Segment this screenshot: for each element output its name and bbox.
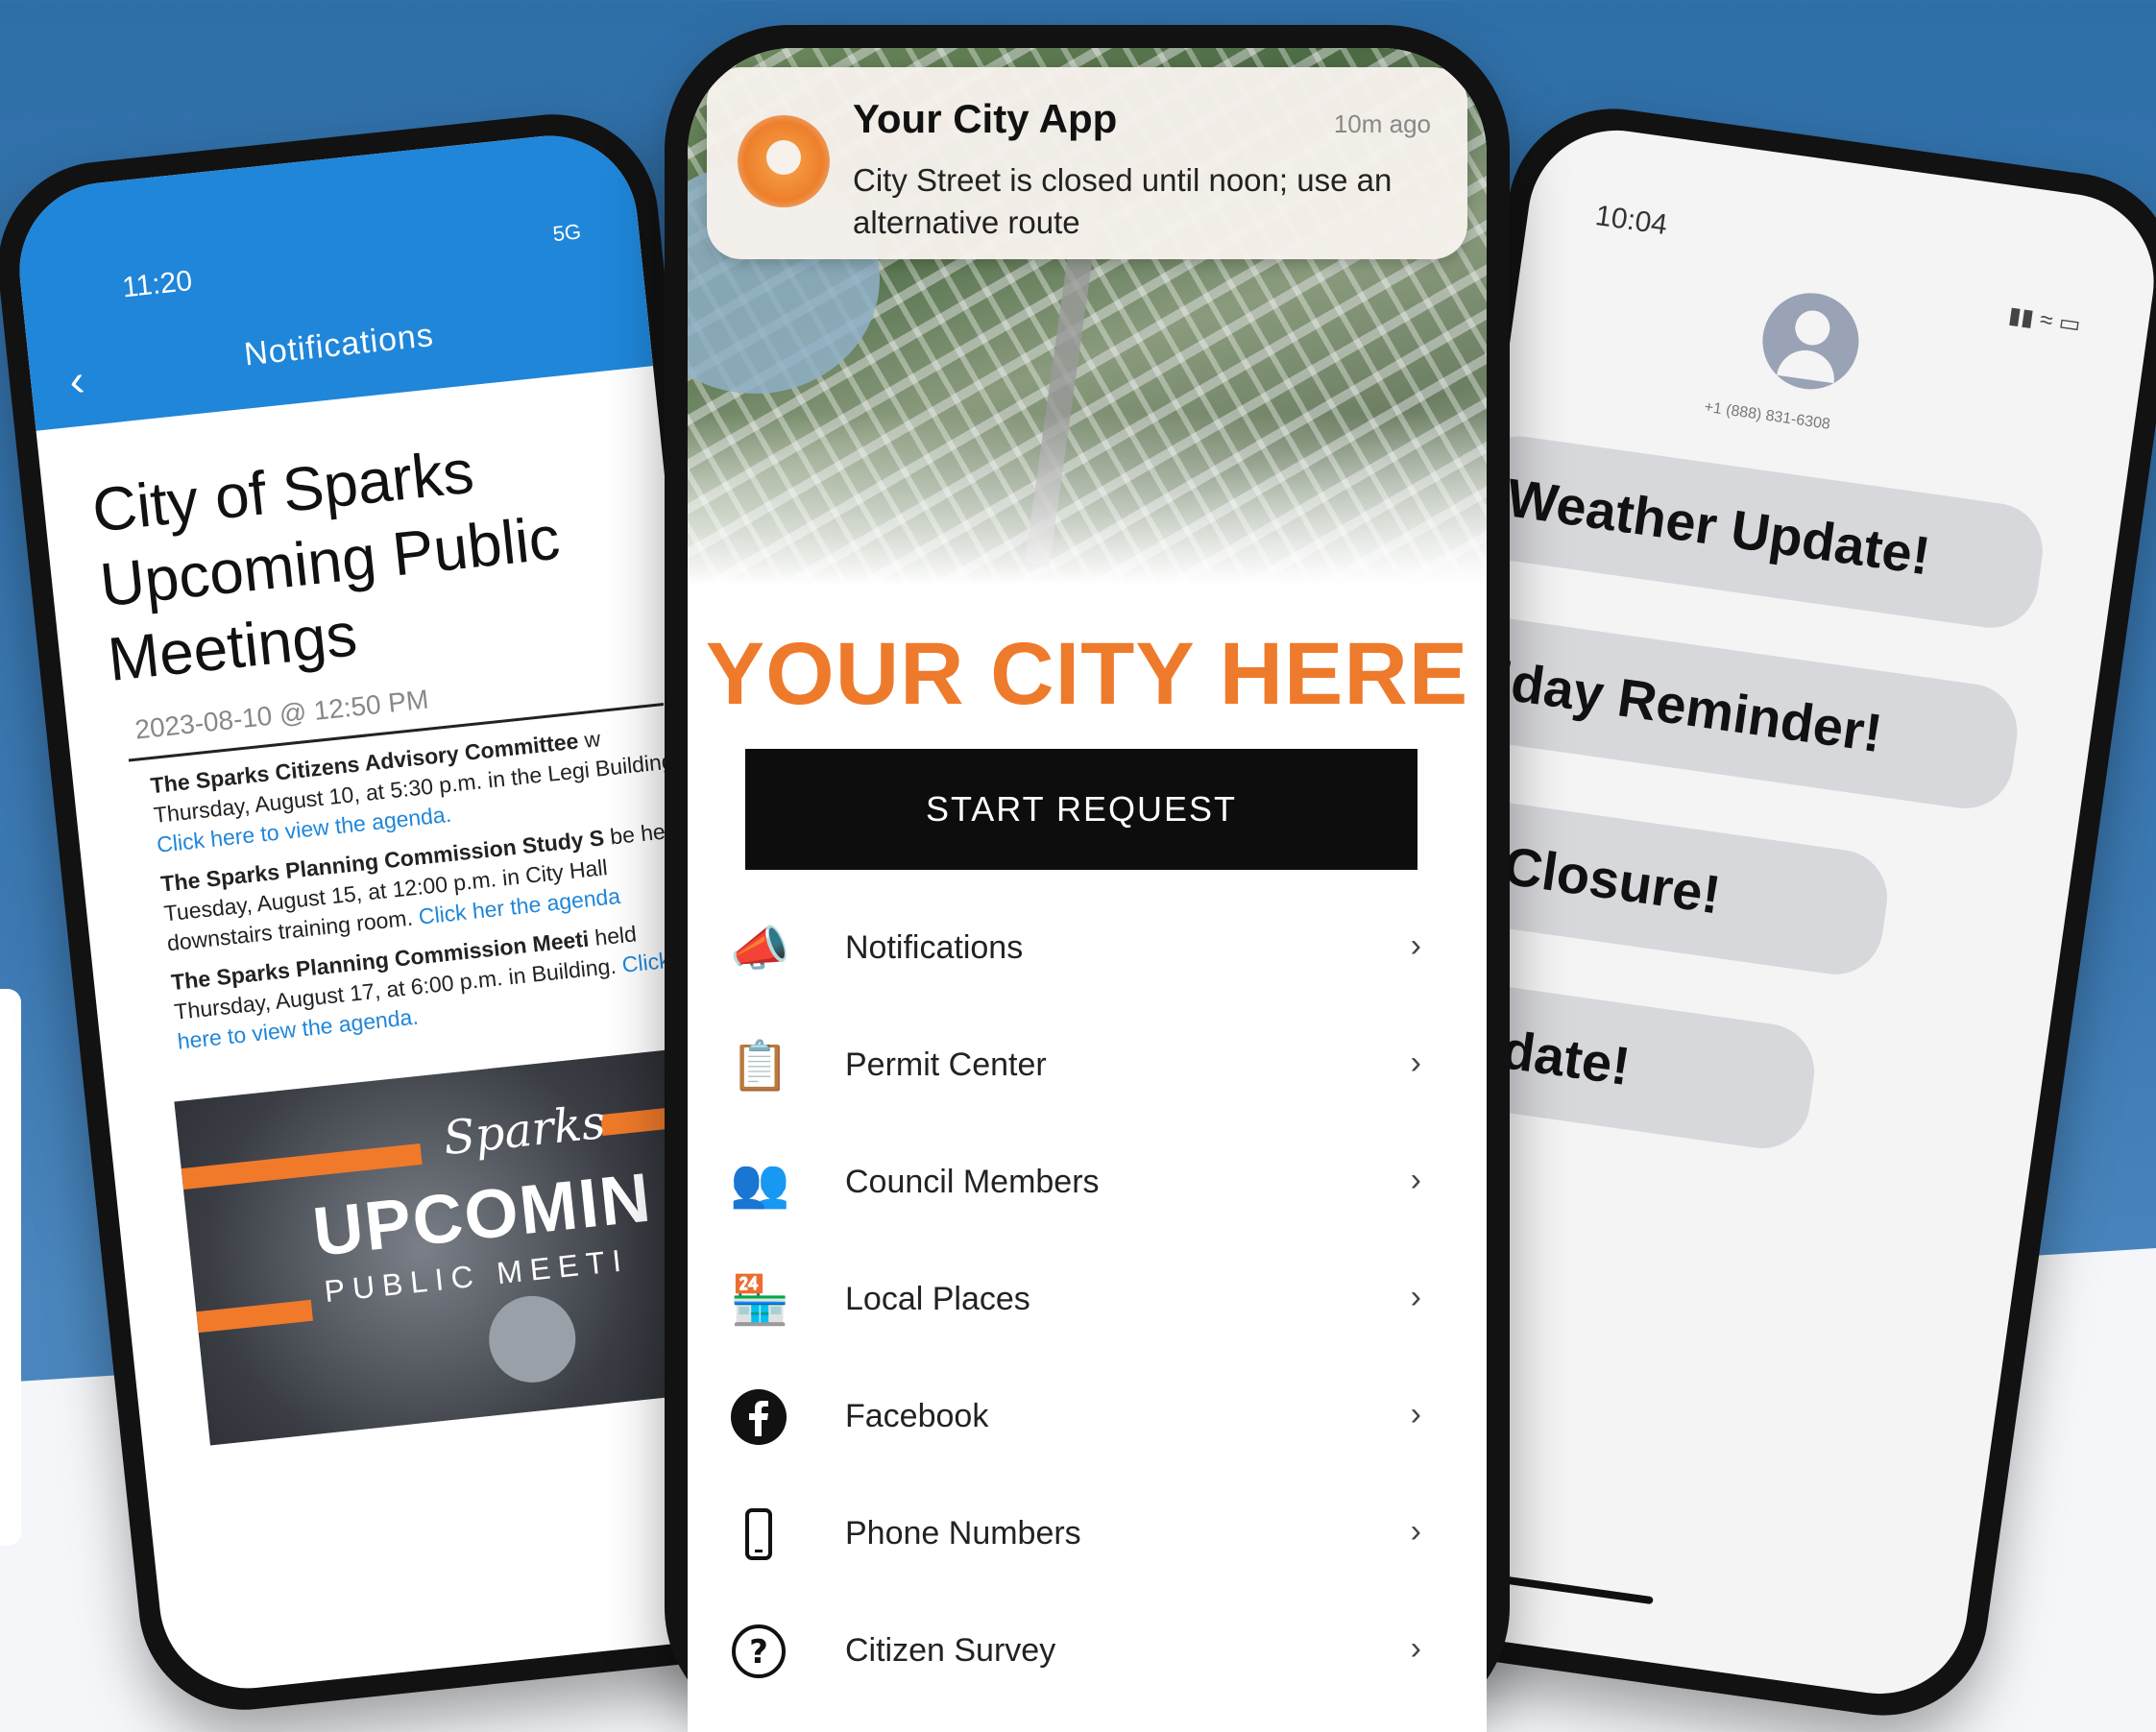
menu-item-label: Local Places: [845, 1281, 1030, 1317]
chevron-right-icon: ›: [1410, 927, 1421, 964]
notification-timestamp: 2023-08-10 @ 12:50 PM: [133, 684, 430, 745]
phone-icon: [730, 1505, 787, 1563]
banner-stripe: [181, 1143, 423, 1190]
center-phone-screen: Your City App 10m ago City Street is clo…: [688, 48, 1487, 1732]
banner-sparks-logo: Sparks: [441, 1095, 608, 1167]
menu-item-council-members[interactable]: 👥 Council Members ›: [711, 1127, 1469, 1244]
main-menu: 📣 Notifications › 📋 Permit Center › 👥 Co…: [711, 893, 1469, 1713]
chevron-right-icon: ›: [1410, 1396, 1421, 1432]
megaphone-icon: 📣: [730, 922, 790, 975]
menu-item-label: Facebook: [845, 1398, 989, 1434]
menu-item-label: Council Members: [845, 1164, 1100, 1200]
status-time: 10:04: [1593, 200, 1670, 242]
banner-stripe: [196, 1299, 314, 1334]
push-notification[interactable]: Your City App 10m ago City Street is clo…: [707, 67, 1467, 259]
menu-item-permit-center[interactable]: 📋 Permit Center ›: [711, 1010, 1469, 1127]
chevron-right-icon: ›: [1410, 1630, 1421, 1667]
notification-message: City Street is closed until noon; use an…: [853, 162, 1393, 240]
menu-item-label: Notifications: [845, 929, 1024, 966]
menu-item-facebook[interactable]: Facebook ›: [711, 1361, 1469, 1479]
menu-item-notifications[interactable]: 📣 Notifications ›: [711, 893, 1469, 1010]
city-title: YOUR CITY HERE: [705, 625, 1469, 723]
people-icon: 👥: [730, 1156, 790, 1210]
question-circle-icon: ?: [730, 1623, 787, 1680]
menu-item-label: Citizen Survey: [845, 1632, 1056, 1669]
storefront-icon: 🏪: [730, 1273, 790, 1327]
menu-item-phone-numbers[interactable]: Phone Numbers ›: [711, 1479, 1469, 1596]
message-bubble[interactable]: Weather Update!: [1461, 430, 2049, 635]
status-time: 11:20: [120, 264, 194, 304]
clipboard-check-icon: 📋: [730, 1039, 790, 1093]
notification-time: 10m ago: [1333, 109, 1431, 138]
chevron-right-icon: ›: [1410, 1279, 1421, 1315]
microphone-icon: [484, 1291, 580, 1387]
facebook-icon: [730, 1388, 787, 1446]
chevron-right-icon: ›: [1410, 1513, 1421, 1550]
contact-avatar-icon[interactable]: [1756, 286, 1865, 396]
header-title: Notifications: [242, 316, 436, 373]
svg-text:?: ?: [749, 1633, 768, 1672]
center-phone: Your City App 10m ago City Street is clo…: [665, 25, 1510, 1732]
chevron-right-icon: ›: [1410, 1162, 1421, 1198]
notification-app-name: Your City App: [853, 96, 1118, 141]
menu-item-label: Phone Numbers: [845, 1515, 1081, 1552]
sender-number: +1 (888) 831-6308: [1703, 398, 1831, 433]
menu-item-local-places[interactable]: 🏪 Local Places ›: [711, 1244, 1469, 1361]
message-bubble[interactable]: liday Reminder!: [1435, 611, 2023, 815]
menu-item-citizen-survey[interactable]: ? Citizen Survey ›: [711, 1596, 1469, 1713]
status-network: 5G: [551, 219, 583, 247]
notification-body: The Sparks Citizens Advisory Committee w…: [149, 715, 715, 1067]
background-card: [0, 989, 21, 1546]
chevron-right-icon: ›: [1410, 1045, 1421, 1081]
menu-item-label: Permit Center: [845, 1046, 1047, 1083]
app-logo-icon: [738, 115, 830, 207]
left-app-header: 11:20 5G ‹ Notifications: [11, 127, 653, 431]
image-fade: [688, 413, 1487, 586]
notification-headline: City of Sparks Upcoming Public Meetings: [88, 436, 564, 694]
status-icons: ▮▮ ≈ ▭: [2006, 301, 2083, 339]
start-request-button[interactable]: START REQUEST: [745, 749, 1417, 870]
